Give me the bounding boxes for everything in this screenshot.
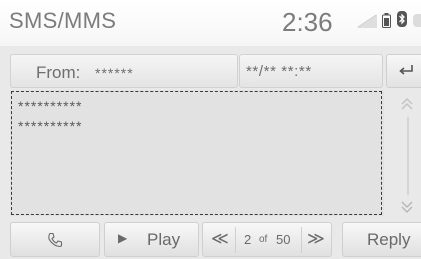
status-bar: SMS/MMS 2:36 xyxy=(0,0,421,46)
page-title: SMS/MMS xyxy=(9,8,117,33)
sms-mms-screen: SMS/MMS 2:36 From: ****** **/** **:** **… xyxy=(0,0,421,259)
scroll-up-button[interactable] xyxy=(400,97,414,116)
signal-strength-icon xyxy=(357,14,377,33)
call-button[interactable] xyxy=(10,222,100,257)
previous-message-button[interactable]: ≪ xyxy=(211,229,229,249)
back-button[interactable] xyxy=(386,54,421,88)
reply-label: Reply xyxy=(367,230,411,249)
bluetooth-icon xyxy=(397,11,407,30)
scroll-up-icon xyxy=(401,97,413,110)
page-current: 2 xyxy=(244,232,252,247)
divider xyxy=(235,227,236,253)
play-label: Play xyxy=(147,230,181,249)
control-bar: ▶ Play ≪ 2 of 50 ≫ Reply xyxy=(0,222,421,259)
play-icon: ▶ xyxy=(118,231,128,245)
play-button[interactable]: ▶ Play xyxy=(104,222,199,257)
scroll-down-button[interactable] xyxy=(400,200,414,219)
page-total: 50 xyxy=(276,232,291,247)
back-arrow-icon xyxy=(399,65,413,75)
next-message-button[interactable]: ≫ xyxy=(307,229,325,249)
phone-battery-icon xyxy=(382,13,391,33)
from-label: From: xyxy=(36,63,81,82)
reply-button[interactable]: Reply xyxy=(342,222,421,257)
message-line: ********** xyxy=(18,98,83,114)
message-pager: ≪ 2 of 50 ≫ xyxy=(202,222,332,257)
timestamp-field: **/** **:** xyxy=(239,54,383,88)
message-line: ********** xyxy=(18,118,83,134)
from-field: From: ****** xyxy=(10,54,238,88)
sender-value: ****** xyxy=(95,65,134,81)
scroll-down-icon xyxy=(401,201,413,214)
timestamp-value: **/** **:** xyxy=(246,63,312,80)
message-header: From: ****** **/** **:** xyxy=(0,50,421,88)
scrollbar-track[interactable] xyxy=(407,117,409,195)
phone-handset-icon xyxy=(48,232,63,248)
status-overflow xyxy=(413,14,421,27)
page-of-label: of xyxy=(259,234,268,245)
divider xyxy=(301,227,302,253)
clock: 2:36 xyxy=(282,7,333,37)
